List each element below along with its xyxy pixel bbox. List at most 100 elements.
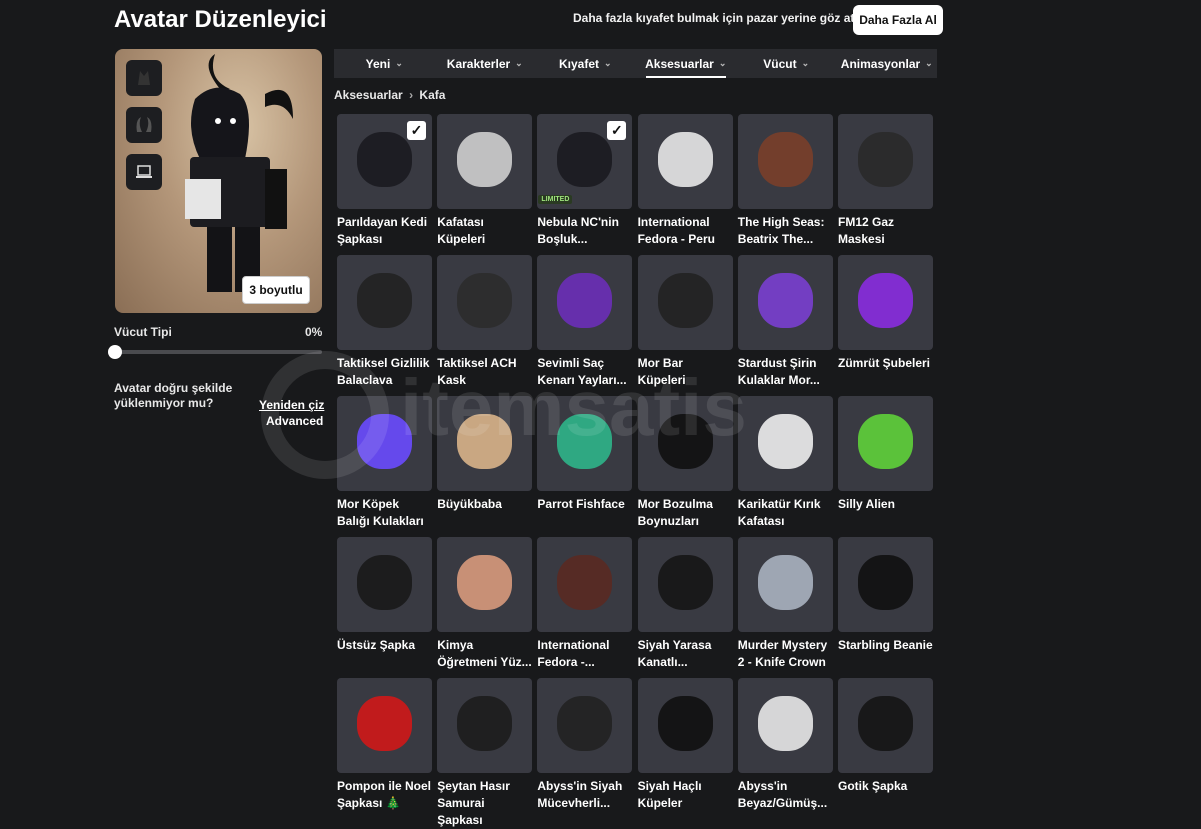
item-image: [457, 132, 513, 187]
item-thumbnail[interactable]: ✓ LIMITED: [537, 114, 633, 209]
item-thumbnail[interactable]: [737, 396, 833, 491]
item-card[interactable]: Pompon ile Noel Şapkası 🎄: [337, 678, 432, 812]
item-thumbnail[interactable]: [437, 678, 533, 773]
item-image: [557, 696, 613, 751]
item-thumbnail[interactable]: [737, 255, 833, 350]
item-thumbnail[interactable]: [637, 255, 733, 350]
item-image: [858, 273, 913, 328]
item-image: [357, 555, 412, 610]
redraw-link[interactable]: Yeniden çiz: [259, 398, 324, 412]
item-card[interactable]: Mor Köpek Balığı Kulakları: [337, 396, 432, 530]
item-thumbnail[interactable]: [537, 537, 633, 632]
item-thumbnail[interactable]: [537, 396, 633, 491]
item-name: Siyah Yarasa Kanatlı...: [637, 638, 712, 669]
item-thumbnail[interactable]: [437, 537, 533, 632]
item-card[interactable]: Mor Bozulma Boynuzları: [637, 396, 733, 530]
item-thumbnail[interactable]: [637, 396, 733, 491]
item-image: [858, 696, 913, 751]
item-card[interactable]: ✓ Parıldayan Kedi Şapkası: [337, 114, 432, 248]
item-thumbnail[interactable]: [337, 537, 432, 632]
tab-animasyonlar[interactable]: Animasyonlar ⌄: [837, 49, 938, 78]
item-thumbnail[interactable]: [737, 537, 833, 632]
tab-karakterler[interactable]: Karakterler ⌄: [435, 49, 536, 78]
item-thumbnail[interactable]: [437, 114, 533, 209]
item-name: Kimya Öğretmeni Yüz...: [437, 638, 532, 669]
item-card[interactable]: Büyükbaba: [437, 396, 533, 513]
get-more-button[interactable]: Daha Fazla Al: [853, 5, 943, 35]
item-card[interactable]: International Fedora -...: [537, 537, 633, 671]
item-card[interactable]: Mor Bar Küpeleri: [637, 255, 733, 389]
item-thumbnail[interactable]: [537, 678, 633, 773]
tab-aksesuarlar[interactable]: Aksesuarlar ⌄: [636, 49, 737, 78]
view-3d-button[interactable]: 3 boyutlu: [242, 276, 310, 304]
item-thumbnail[interactable]: [838, 114, 933, 209]
item-card[interactable]: Abyss'in Beyaz/Gümüş...: [737, 678, 833, 812]
item-thumbnail[interactable]: [838, 255, 933, 350]
breadcrumb-parent[interactable]: Aksesuarlar: [334, 88, 403, 102]
item-thumbnail[interactable]: [537, 255, 633, 350]
item-card[interactable]: Zümrüt Şubeleri: [838, 255, 933, 372]
item-card[interactable]: Parrot Fishface: [537, 396, 633, 513]
thumb-horns[interactable]: [126, 107, 162, 143]
item-thumbnail[interactable]: [637, 537, 733, 632]
item-card[interactable]: Siyah Haçlı Küpeler: [637, 678, 733, 812]
item-image: [557, 555, 613, 610]
item-thumbnail[interactable]: [637, 678, 733, 773]
item-card[interactable]: Murder Mystery 2 - Knife Crown: [737, 537, 833, 671]
item-name: Karikatür Kırık Kafatası: [737, 497, 821, 528]
item-thumbnail[interactable]: [437, 255, 533, 350]
page-title: Avatar Düzenleyici: [114, 6, 327, 33]
item-card[interactable]: Üstsüz Şapka: [337, 537, 432, 654]
item-thumbnail[interactable]: [737, 678, 833, 773]
item-thumbnail[interactable]: ✓: [337, 114, 432, 209]
item-card[interactable]: ✓ LIMITED Nebula NC'nin Boşluk...: [537, 114, 633, 248]
body-type-slider-knob[interactable]: [108, 345, 122, 359]
item-card[interactable]: The High Seas: Beatrix The...: [737, 114, 833, 248]
item-thumbnail[interactable]: [337, 255, 432, 350]
tab-kiyafet[interactable]: Kıyafet ⌄: [535, 49, 636, 78]
item-card[interactable]: Starbling Beanie: [838, 537, 933, 654]
checkmark-icon[interactable]: ✓: [607, 121, 627, 140]
item-card[interactable]: International Fedora - Peru: [637, 114, 733, 248]
item-name: Zümrüt Şubeleri: [838, 356, 931, 370]
chevron-down-icon: ⌄: [603, 58, 612, 68]
chevron-down-icon: ⌄: [515, 58, 523, 68]
item-card[interactable]: Taktiksel Gizlilik Balaclava: [337, 255, 432, 389]
item-image: [457, 273, 513, 328]
category-tabs: Yeni ⌄ Karakterler ⌄ Kıyafet ⌄ Aksesuarlar ⌄…: [334, 49, 937, 78]
item-name: International Fedora - Peru: [637, 215, 715, 246]
item-thumbnail[interactable]: [337, 396, 432, 491]
tab-vucut[interactable]: Vücut ⌄: [736, 49, 837, 78]
marketplace-promo-text: Daha fazla kıyafet bulmak için pazar yer…: [573, 11, 859, 25]
item-thumbnail[interactable]: [838, 537, 933, 632]
item-image: [858, 414, 913, 469]
item-card[interactable]: Karikatür Kırık Kafatası: [737, 396, 833, 530]
item-card[interactable]: Taktiksel ACH Kask: [437, 255, 533, 389]
item-card[interactable]: Abyss'in Siyah Mücevherli...: [537, 678, 633, 812]
item-card[interactable]: Silly Alien: [838, 396, 933, 513]
item-card[interactable]: FM12 Gaz Maskesi: [838, 114, 933, 248]
item-thumbnail[interactable]: [637, 114, 733, 209]
item-card[interactable]: Kimya Öğretmeni Yüz...: [437, 537, 533, 671]
tab-yeni[interactable]: Yeni ⌄: [334, 49, 435, 78]
item-name: Sevimli Saç Kenarı Yayları...: [537, 356, 627, 387]
checkmark-icon[interactable]: ✓: [407, 121, 426, 140]
thumb-hat[interactable]: [126, 60, 162, 96]
item-name: Abyss'in Beyaz/Gümüş...: [737, 779, 828, 810]
item-thumbnail[interactable]: [838, 678, 933, 773]
item-card[interactable]: Siyah Yarasa Kanatlı...: [637, 537, 733, 671]
item-card[interactable]: Sevimli Saç Kenarı Yayları...: [537, 255, 633, 389]
body-type-slider[interactable]: [114, 350, 322, 354]
item-thumbnail[interactable]: [337, 678, 432, 773]
item-thumbnail[interactable]: [437, 396, 533, 491]
item-card[interactable]: Şeytan Hasır Samurai Şapkası: [437, 678, 533, 829]
item-thumbnail[interactable]: [737, 114, 833, 209]
item-card[interactable]: Gotik Şapka: [838, 678, 933, 795]
thumb-laptop[interactable]: [126, 154, 162, 190]
advanced-link[interactable]: Advanced: [266, 414, 323, 428]
item-card[interactable]: Kafatası Küpeleri: [437, 114, 533, 248]
item-thumbnail[interactable]: [838, 396, 933, 491]
item-name: International Fedora -...: [537, 638, 610, 669]
item-card[interactable]: Stardust Şirin Kulaklar Mor...: [737, 255, 833, 389]
item-image: [457, 555, 513, 610]
